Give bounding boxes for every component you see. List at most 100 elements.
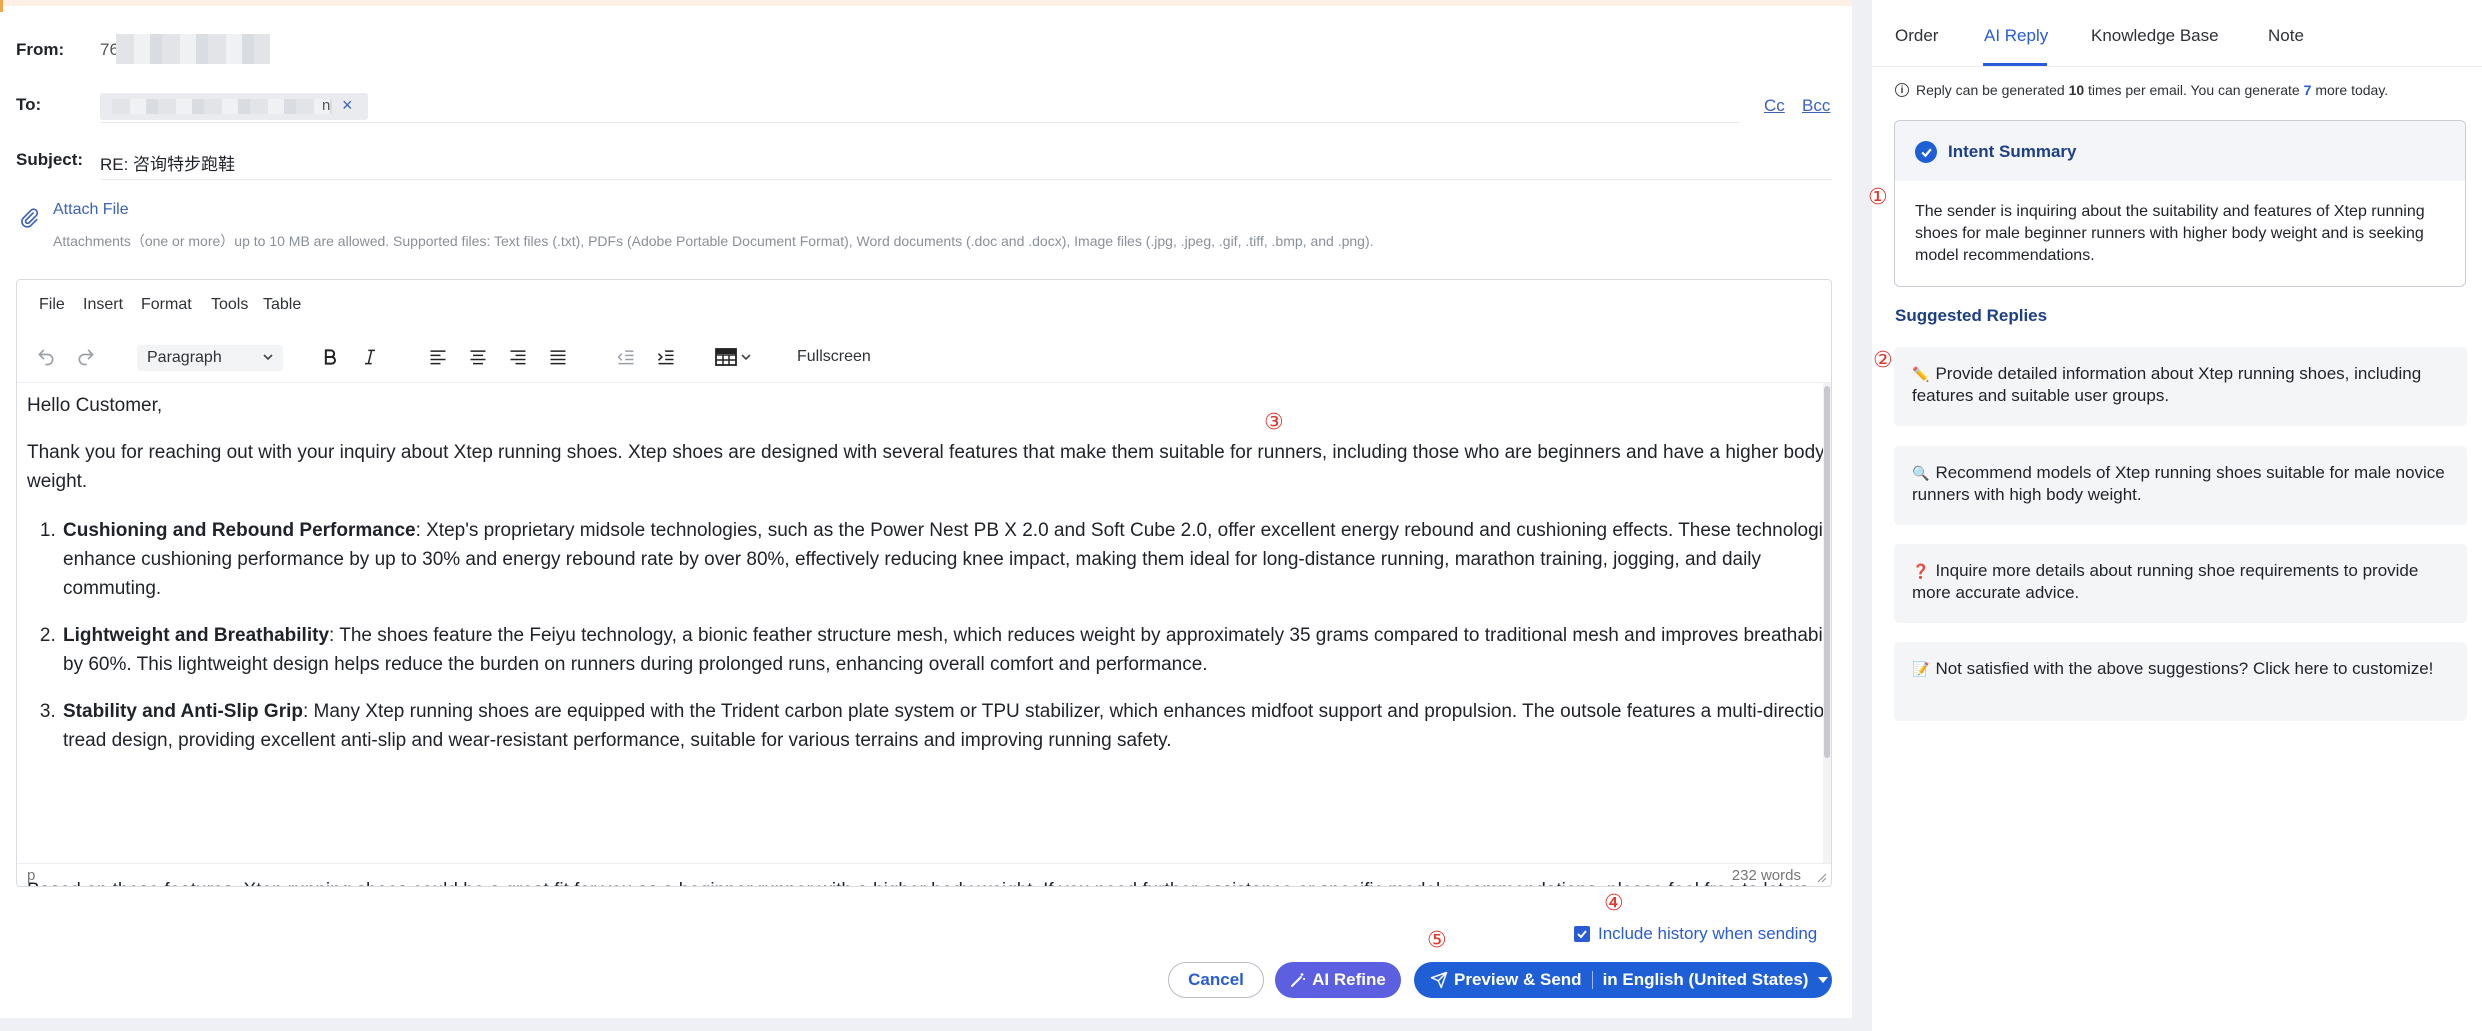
intent-summary-title: Intent Summary (1948, 142, 2077, 161)
list-item: Cushioning and Rebound Performance: Xtep… (61, 516, 1831, 603)
annotation-marker-3: ③ (1264, 409, 1284, 434)
align-center-icon[interactable] (465, 344, 491, 370)
list-item: Stability and Anti-Slip Grip: Many Xtep … (61, 697, 1832, 755)
menu-file[interactable]: File (39, 296, 65, 314)
compose-panel: From: 76 To: n × Cc Bcc Subject: RE: 咨询特… (0, 0, 1852, 1018)
annotation-marker-4: ④ (1604, 890, 1624, 915)
intent-summary-text: The sender is inquiring about the suitab… (1915, 203, 2425, 264)
checkbox-checked-icon[interactable] (1574, 926, 1590, 942)
question-mark-icon: ❓ (1912, 563, 1930, 579)
suggested-reply-2[interactable]: 🔍 Recommend models of Xtep running shoes … (1894, 446, 2467, 525)
word-count: 232 words (1731, 867, 1801, 884)
intro-paragraph: Thank you for reaching out with your inq… (27, 442, 1825, 492)
undo-icon[interactable] (33, 344, 59, 370)
suggested-reply-text: Recommend models of Xtep running shoes s… (1912, 463, 2445, 504)
include-history-checkbox[interactable]: Include history when sending (1574, 924, 1817, 944)
quota-today: 7 (2303, 82, 2312, 98)
cancel-button[interactable]: Cancel (1168, 962, 1264, 998)
list-item-text: : The shoes feature the Feiyu technology… (63, 625, 1832, 675)
suggested-reply-3[interactable]: ❓ Inquire more details about running shoe… (1894, 544, 2467, 623)
preview-send-button[interactable]: Preview & Send in English (United States… (1414, 962, 1832, 998)
magic-wand-icon (1291, 973, 1306, 987)
paperclip-icon[interactable] (18, 207, 40, 229)
pencil-icon: ✏️ (1912, 366, 1930, 382)
ai-refine-label: AI Refine (1312, 970, 1386, 989)
subject-input[interactable]: RE: 咨询特步跑鞋 (100, 150, 235, 175)
block-format-value: Paragraph (147, 349, 222, 366)
italic-icon[interactable] (357, 344, 383, 370)
editor-menubar: File Insert Format Tools Table (17, 280, 1831, 332)
quota-notice: i Reply can be generated 10 times per em… (1895, 82, 2388, 98)
suggested-reply-1[interactable]: ✏️ Provide detailed information about Xte… (1894, 347, 2467, 426)
editor-scrollbar-thumb[interactable] (1824, 386, 1830, 758)
include-history-label: Include history when sending (1598, 924, 1818, 943)
suggested-replies-title: Suggested Replies (1895, 306, 2048, 325)
cc-link[interactable]: Cc (1764, 96, 1785, 116)
memo-icon: 📝 (1912, 661, 1930, 677)
suggested-reply-text: Inquire more details about running shoe … (1912, 561, 2419, 602)
magnifier-icon: 🔍 (1912, 465, 1930, 481)
from-label: From: (16, 40, 65, 59)
preview-send-label: Preview & Send (1454, 970, 1582, 989)
menu-table[interactable]: Table (263, 296, 301, 314)
suggested-reply-text: Not satisfied with the above suggestions… (1935, 659, 2434, 678)
menu-format[interactable]: Format (141, 296, 192, 314)
resize-handle-icon[interactable] (1817, 870, 1827, 886)
quota-prefix: Reply can be generated (1916, 82, 2065, 98)
info-icon: i (1895, 83, 1909, 97)
subject-label: Subject: (16, 150, 84, 169)
ai-refine-button[interactable]: AI Refine (1275, 962, 1401, 998)
feature-list: Cushioning and Rebound Performance: Xtep… (27, 516, 1832, 773)
chevron-down-icon (261, 348, 275, 371)
list-item-title: Stability and Anti-Slip Grip (63, 701, 303, 722)
recipient-chip-tail: n (322, 97, 331, 114)
to-field-line (100, 122, 1740, 123)
bcc-link[interactable]: Bcc (1802, 96, 1830, 116)
tabs-divider (1872, 66, 2482, 67)
to-label: To: (16, 95, 42, 114)
recipient-address-redacted (112, 99, 332, 114)
remove-recipient-icon[interactable]: × (342, 95, 353, 116)
tab-ai-reply[interactable]: AI Reply (1984, 26, 2048, 46)
menu-insert[interactable]: Insert (83, 296, 123, 314)
annotation-marker-1: ① (1868, 184, 1888, 209)
caret-down-icon[interactable] (1818, 976, 1829, 984)
intent-summary-card: Intent Summary The sender is inquiring a… (1894, 120, 2466, 287)
table-icon[interactable] (713, 344, 757, 370)
rich-text-editor: File Insert Format Tools Table Paragraph (16, 279, 1832, 887)
element-path: p (27, 867, 36, 884)
redo-icon[interactable] (73, 344, 99, 370)
list-item-title: Lightweight and Breathability (63, 625, 330, 646)
indent-icon[interactable] (653, 344, 679, 370)
cancel-button-label: Cancel (1188, 970, 1244, 989)
check-circle-icon (1915, 141, 1937, 163)
suggested-reply-customize[interactable]: 📝 Not satisfied with the above suggestion… (1894, 642, 2467, 721)
attach-file-link[interactable]: Attach File (53, 201, 129, 219)
tab-note[interactable]: Note (2268, 26, 2304, 46)
align-left-icon[interactable] (425, 344, 451, 370)
align-justify-icon[interactable] (545, 344, 571, 370)
annotation-marker-5: ⑤ (1427, 927, 1447, 952)
subject-field-line (100, 179, 1832, 180)
list-item-text: : Many Xtep running shoes are equipped w… (63, 701, 1832, 751)
editor-content[interactable]: Hello Customer, Thank you for reaching o… (17, 383, 1831, 886)
recipient-chip[interactable]: n × (100, 93, 368, 120)
button-divider (1591, 971, 1593, 989)
editor-toolbar: Paragraph Fullscreen (17, 332, 1831, 383)
suggested-reply-text: Provide detailed information about Xtep … (1912, 364, 2422, 405)
fullscreen-button[interactable]: Fullscreen (797, 348, 871, 366)
list-item: Lightweight and Breathability: The shoes… (61, 621, 1832, 679)
bold-icon[interactable] (317, 344, 343, 370)
align-right-icon[interactable] (505, 344, 531, 370)
block-format-select[interactable]: Paragraph (137, 345, 283, 371)
quota-middle: times per email. You can generate (2088, 82, 2300, 98)
quota-suffix: more today. (2315, 82, 2389, 98)
tab-knowledge-base[interactable]: Knowledge Base (2091, 26, 2219, 46)
top-accent-bar (0, 0, 1852, 6)
menu-tools[interactable]: Tools (211, 296, 248, 314)
send-language-label[interactable]: in English (United States) (1603, 970, 1809, 990)
send-icon (1430, 971, 1448, 989)
tab-order[interactable]: Order (1895, 26, 1938, 46)
outdent-icon[interactable] (613, 344, 639, 370)
intent-summary-header: Intent Summary (1895, 121, 2465, 181)
